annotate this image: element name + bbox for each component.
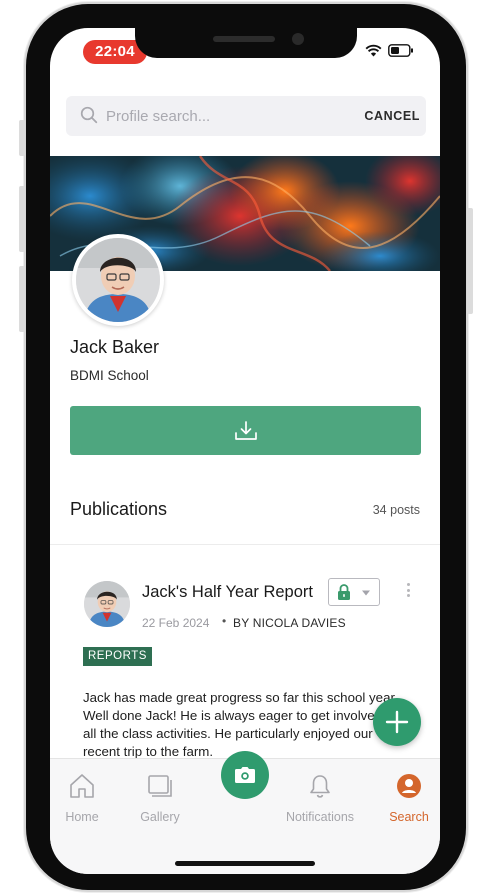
- home-indicator: [175, 861, 315, 866]
- nav-gallery-label: Gallery: [140, 810, 180, 824]
- nav-notifications[interactable]: Notifications: [276, 759, 364, 839]
- cancel-button[interactable]: CANCEL: [364, 96, 420, 136]
- post-author: BY NICOLA DAVIES: [233, 616, 346, 630]
- app-screen: 22:04 CANCEL: [50, 28, 440, 874]
- meta-separator: •: [222, 614, 227, 628]
- post-more-menu[interactable]: [403, 583, 413, 601]
- post-title[interactable]: Jack's Half Year Report: [142, 583, 313, 602]
- volume-down-button: [19, 266, 25, 332]
- post-tag[interactable]: REPORTS: [83, 647, 152, 666]
- home-icon: [70, 774, 94, 798]
- add-post-button[interactable]: [373, 698, 421, 746]
- camera-button[interactable]: [221, 751, 269, 799]
- notch: [135, 28, 357, 58]
- chevron-down-icon: [362, 590, 370, 596]
- download-icon: [234, 420, 257, 440]
- search-icon: [80, 106, 98, 124]
- profile-school: BDMI School: [70, 368, 149, 383]
- speaker-grille: [213, 36, 275, 42]
- nav-home-label: Home: [65, 810, 99, 824]
- nav-search[interactable]: Search: [380, 759, 438, 839]
- nav-gallery[interactable]: Gallery: [130, 759, 190, 839]
- profile-name: Jack Baker: [70, 337, 160, 357]
- wifi-icon: [365, 44, 382, 57]
- bell-icon: [310, 775, 330, 798]
- plus-icon: [385, 710, 409, 734]
- front-camera: [292, 33, 304, 45]
- user-icon: [397, 774, 421, 798]
- battery-icon: [388, 44, 413, 57]
- download-button[interactable]: [70, 406, 421, 455]
- search-input[interactable]: [106, 96, 356, 136]
- privacy-dropdown[interactable]: [328, 578, 380, 606]
- nav-notifications-label: Notifications: [285, 810, 355, 824]
- status-icons: [365, 44, 414, 57]
- post-date: 22 Feb 2024: [142, 616, 210, 630]
- publications-heading: Publications: [70, 499, 168, 519]
- posts-count: 34 posts: [372, 503, 420, 517]
- search-bar: CANCEL: [66, 96, 426, 136]
- post-author-avatar: [84, 581, 130, 627]
- power-button: [467, 208, 473, 314]
- nav-home[interactable]: Home: [52, 759, 112, 839]
- nav-search-label: Search: [389, 810, 429, 824]
- camera-icon: [235, 767, 255, 783]
- silent-switch: [19, 120, 25, 156]
- section-divider: [50, 544, 440, 545]
- volume-up-button: [19, 186, 25, 252]
- lock-icon: [338, 584, 350, 600]
- gallery-icon: [148, 775, 172, 797]
- profile-avatar: [72, 234, 164, 326]
